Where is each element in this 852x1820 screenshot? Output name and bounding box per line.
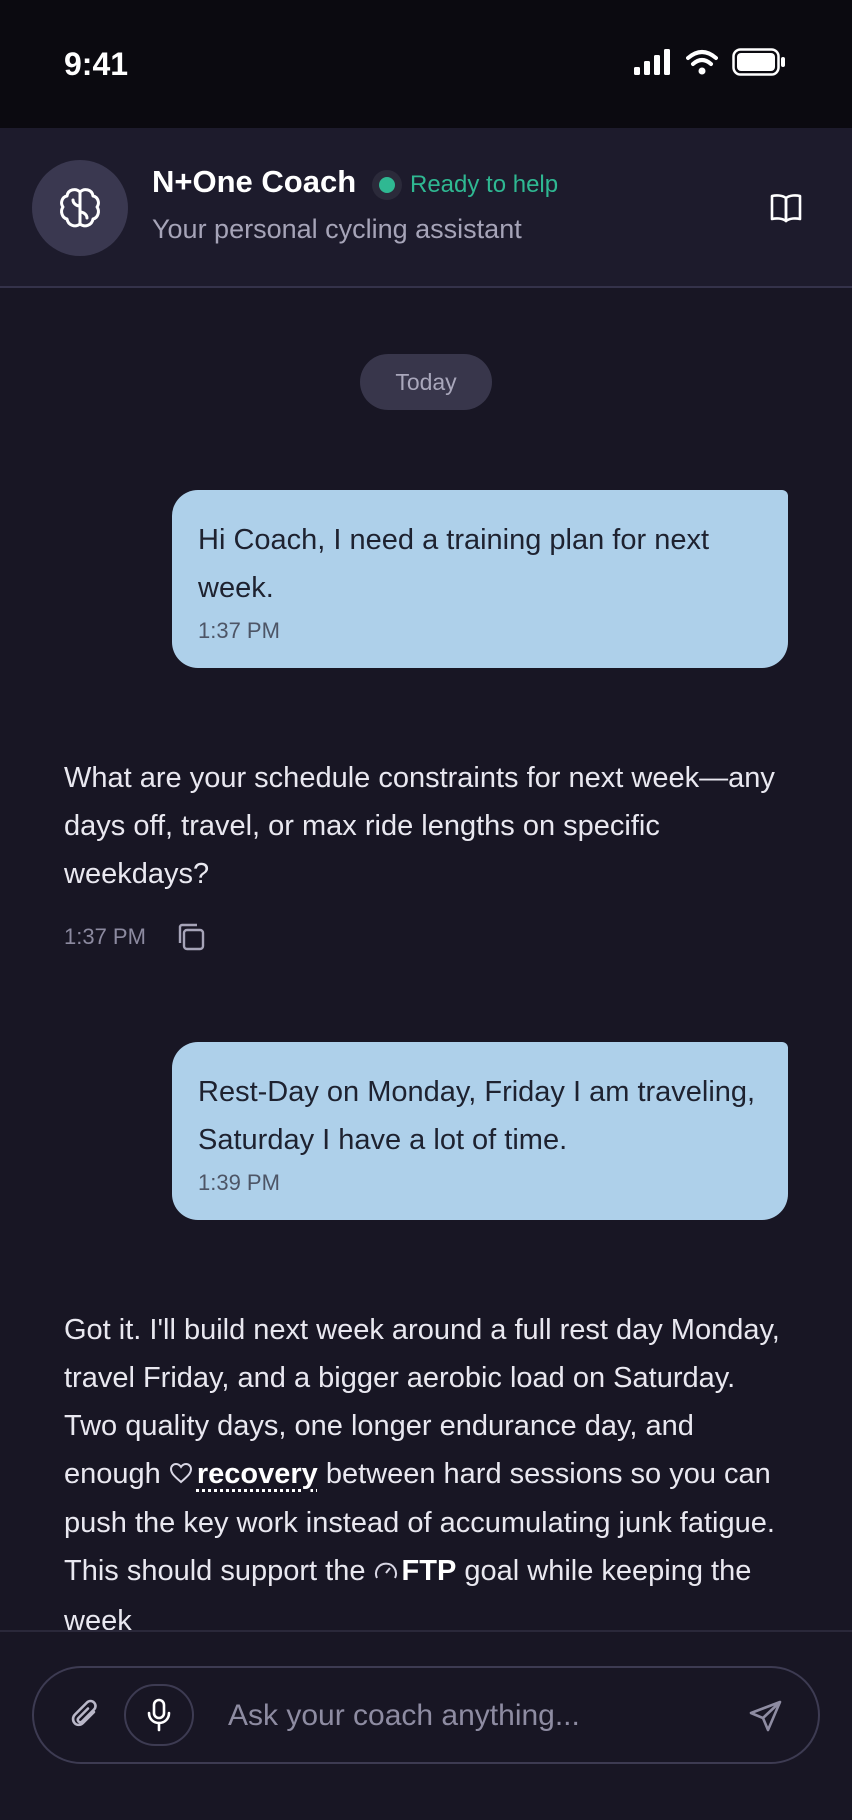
- coach-name: N+One Coach: [152, 164, 357, 199]
- status-icons: [634, 48, 786, 76]
- wifi-icon: [686, 50, 718, 75]
- book-icon[interactable]: [768, 190, 804, 226]
- mic-button[interactable]: [124, 1684, 194, 1746]
- coach-message: Got it. I'll build next week around a fu…: [64, 1306, 784, 1630]
- heart-icon: [169, 1451, 193, 1499]
- copy-icon[interactable]: [174, 920, 208, 954]
- term-link-recovery[interactable]: recovery: [197, 1458, 318, 1490]
- coach-message-meta: 1:37 PM: [64, 920, 208, 954]
- signal-icon: [634, 49, 670, 75]
- message-input[interactable]: [226, 1692, 730, 1740]
- microphone-icon: [147, 1698, 171, 1732]
- status-time: 9:41: [64, 46, 129, 82]
- send-icon[interactable]: [748, 1698, 784, 1734]
- composer: [32, 1666, 820, 1764]
- message-time: 1:37 PM: [198, 618, 280, 643]
- term-link-ftp[interactable]: FTP: [402, 1555, 457, 1587]
- coach-message: What are your schedule constraints for n…: [64, 762, 775, 890]
- battery-icon: [732, 48, 785, 76]
- user-message: Hi Coach, I need a training plan for nex…: [172, 490, 788, 668]
- brain-icon: [60, 188, 100, 228]
- date-chip: Today: [360, 354, 492, 410]
- user-message: Rest-Day on Monday, Friday I am travelin…: [172, 1042, 788, 1220]
- message-text: Hi Coach, I need a training plan for nex…: [198, 524, 710, 604]
- message-time: 1:37 PM: [64, 924, 146, 949]
- chat-thread[interactable]: Today Hi Coach, I need a training plan f…: [0, 288, 852, 1630]
- chat-header: N+One Coach Ready to help Your personal …: [0, 128, 852, 288]
- coach-subtitle: Your personal cycling assistant: [152, 214, 522, 244]
- coach-avatar: [32, 160, 128, 256]
- message-text: Rest-Day on Monday, Friday I am travelin…: [198, 1076, 756, 1156]
- composer-area: [0, 1630, 852, 1820]
- message-time: 1:39 PM: [198, 1170, 280, 1195]
- paperclip-icon[interactable]: [68, 1698, 104, 1734]
- status-indicator: Ready to help: [372, 170, 558, 200]
- gauge-icon: [374, 1549, 398, 1597]
- status-dot: [372, 170, 402, 200]
- status-text: Ready to help: [410, 171, 559, 198]
- status-bar: 9:41: [0, 0, 852, 128]
